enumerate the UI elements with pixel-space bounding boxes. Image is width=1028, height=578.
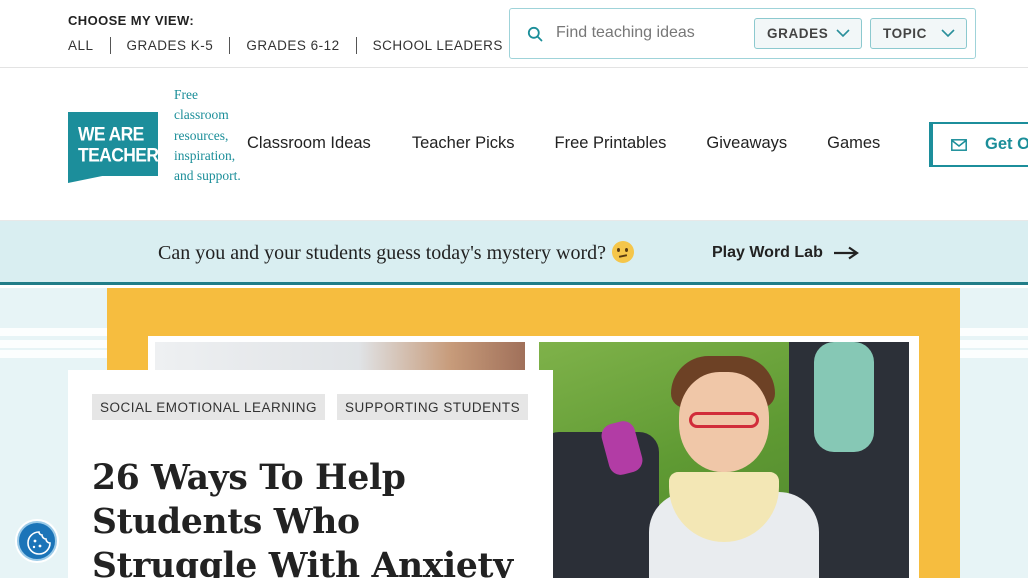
view-link-school-leaders[interactable]: SCHOOL LEADERS: [355, 36, 519, 54]
accessibility-button[interactable]: [17, 521, 57, 561]
chevron-down-icon: [941, 29, 955, 38]
article-tags: SOCIAL EMOTIONAL LEARNING SUPPORTING STU…: [92, 394, 540, 420]
hero-section: SOCIAL EMOTIONAL LEARNING SUPPORTING STU…: [0, 288, 1028, 578]
play-word-lab-label: Play Word Lab: [712, 244, 823, 261]
mail-icon: [951, 138, 967, 151]
site-logo[interactable]: WE ARE TEACHERS: [68, 112, 170, 176]
grades-dropdown[interactable]: GRADES: [754, 18, 862, 49]
grades-dropdown-label: GRADES: [767, 26, 829, 41]
thinking-face-icon: [612, 241, 634, 263]
search-input[interactable]: [556, 21, 756, 45]
site-tagline: Free classroom resources, inspiration, a…: [174, 87, 241, 184]
article-card: SOCIAL EMOTIONAL LEARNING SUPPORTING STU…: [68, 370, 553, 578]
arrow-right-icon: [833, 246, 859, 260]
nav-classroom-ideas[interactable]: Classroom Ideas: [247, 134, 371, 153]
chevron-down-icon: [836, 29, 850, 38]
newsletter-cta-button[interactable]: Get Ou: [929, 122, 1028, 167]
view-links: ALL GRADES K-5 GRADES 6-12 SCHOOL LEADER…: [68, 36, 519, 54]
accessibility-icon: [27, 531, 51, 555]
promo-text: Can you and your students guess today's …: [158, 241, 634, 265]
hero-photo-right: [539, 342, 909, 578]
nav-free-printables[interactable]: Free Printables: [555, 134, 667, 153]
tag-social-emotional-learning[interactable]: SOCIAL EMOTIONAL LEARNING: [92, 394, 326, 420]
article-title: 26 Ways To Help Students Who Struggle Wi…: [92, 458, 513, 578]
search-icon[interactable]: [527, 26, 543, 42]
nav-games[interactable]: Games: [827, 134, 880, 153]
logo-tail: [68, 174, 112, 183]
site-header: WE ARE TEACHERS Free classroom resources…: [0, 68, 1028, 221]
tag-supporting-students[interactable]: SUPPORTING STUDENTS: [337, 394, 529, 420]
logo-wordmark: WE ARE TEACHERS: [78, 122, 170, 166]
view-link-grades-6-12[interactable]: GRADES 6-12: [229, 36, 355, 54]
main-nav: Classroom Ideas Teacher Picks Free Print…: [247, 134, 920, 153]
cta-label: Get Ou: [985, 135, 1028, 153]
play-word-lab-link[interactable]: Play Word Lab: [712, 244, 859, 262]
view-link-all[interactable]: ALL: [68, 37, 110, 54]
nav-teacher-picks[interactable]: Teacher Picks: [412, 134, 515, 153]
topic-dropdown-label: TOPIC: [883, 26, 928, 41]
nav-giveaways[interactable]: Giveaways: [706, 134, 787, 153]
search-box: GRADES TOPIC: [509, 8, 976, 59]
top-utility-bar: CHOOSE MY VIEW: ALL GRADES K-5 GRADES 6-…: [0, 0, 1028, 68]
view-link-grades-k-5[interactable]: GRADES K-5: [109, 36, 230, 54]
promo-banner: Can you and your students guess today's …: [0, 221, 1028, 285]
choose-view-label: CHOOSE MY VIEW:: [68, 13, 195, 28]
topic-dropdown[interactable]: TOPIC: [870, 18, 967, 49]
